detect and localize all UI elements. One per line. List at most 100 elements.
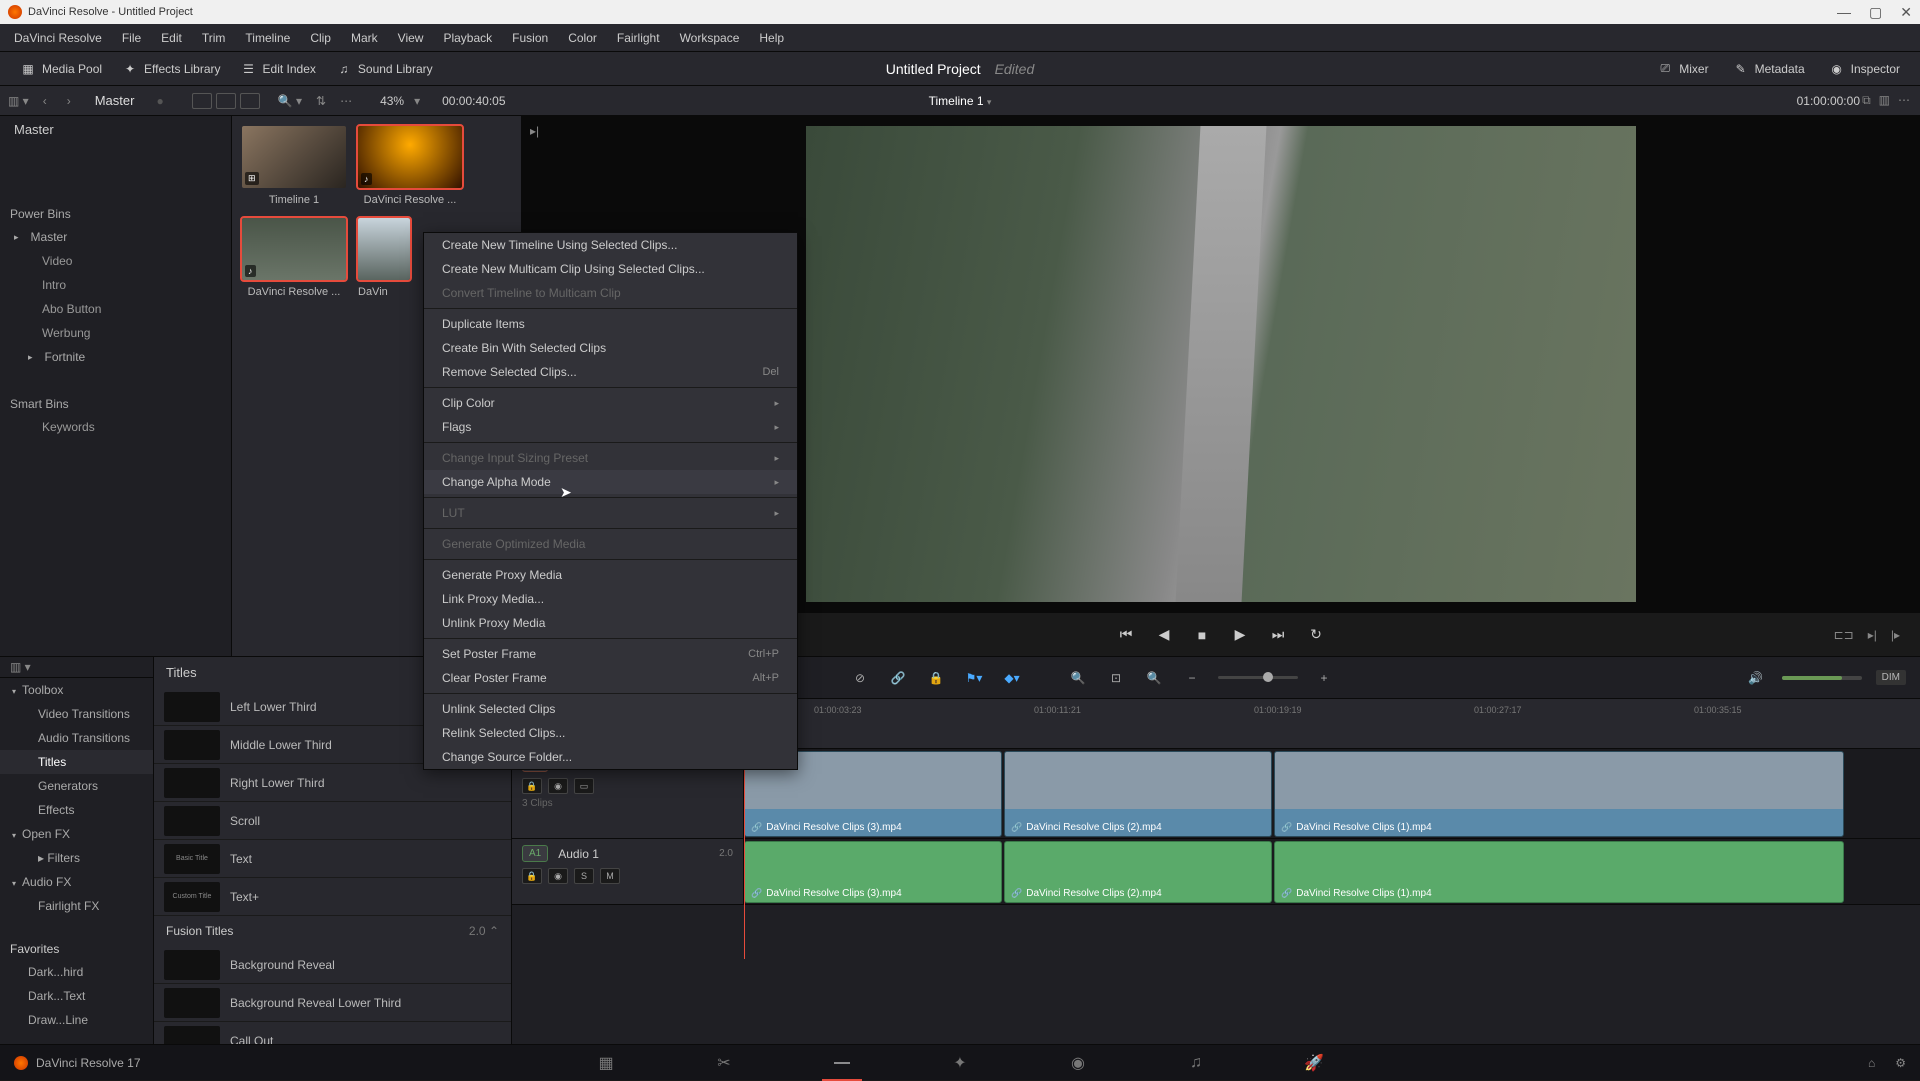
timeline-name[interactable]: Timeline 1 ▾ xyxy=(929,94,992,108)
bin-keywords[interactable]: Keywords xyxy=(0,415,231,439)
ctx-remove[interactable]: Remove Selected Clips...Del xyxy=(424,360,797,384)
fx-video-trans[interactable]: Video Transitions xyxy=(0,702,153,726)
go-end-icon[interactable]: ▸| xyxy=(1868,628,1877,642)
a-solo-icon[interactable]: S xyxy=(574,868,594,884)
flag-tool[interactable]: ⚑▾ xyxy=(962,666,986,690)
ctx-flags[interactable]: Flags▸ xyxy=(424,415,797,439)
fx-generators[interactable]: Generators xyxy=(0,774,153,798)
menu-davinci[interactable]: DaVinci Resolve xyxy=(4,31,112,45)
ctx-alpha[interactable]: Change Alpha Mode▸ xyxy=(424,470,797,494)
next-frame-button[interactable]: ⏭ xyxy=(1268,625,1288,645)
ctx-optimized[interactable]: Generate Optimized Media xyxy=(424,532,797,556)
fx-fairlight[interactable]: Fairlight FX xyxy=(0,894,153,918)
bin-werbung[interactable]: Werbung xyxy=(0,321,231,345)
fairlight-page-tab[interactable]: ♫ xyxy=(1182,1051,1210,1075)
nav-fwd-icon[interactable]: › xyxy=(61,94,77,108)
ctx-relink-clips[interactable]: Relink Selected Clips... xyxy=(424,721,797,745)
timeline-ruler[interactable]: 01:00:03:23 01:00:11:21 01:00:19:19 01:0… xyxy=(744,699,1920,748)
a-lock-icon[interactable]: 🔒 xyxy=(522,868,542,884)
menu-edit[interactable]: Edit xyxy=(151,31,192,45)
menu-timeline[interactable]: Timeline xyxy=(235,31,300,45)
aclip-1[interactable]: DaVinci Resolve Clips (3).mp4 xyxy=(744,841,1002,903)
ctx-lut[interactable]: LUT▸ xyxy=(424,501,797,525)
aclip-2[interactable]: DaVinci Resolve Clips (2).mp4 xyxy=(1004,841,1272,903)
color-page-tab[interactable]: ◉ xyxy=(1064,1051,1092,1075)
ctx-duplicate[interactable]: Duplicate Items xyxy=(424,312,797,336)
match-frame-icon[interactable]: ⊏⊐ xyxy=(1834,628,1854,642)
fav-2[interactable]: Dark...Text xyxy=(0,984,153,1008)
ctx-set-poster[interactable]: Set Poster FrameCtrl+P xyxy=(424,642,797,666)
viewer-split-icon[interactable]: ▥ xyxy=(1879,93,1890,108)
viewer-more-icon[interactable]: ⋯ xyxy=(1898,93,1910,108)
bin-master[interactable]: Master xyxy=(0,225,231,249)
ctx-proxy[interactable]: Generate Proxy Media xyxy=(424,563,797,587)
dim-button[interactable]: DIM xyxy=(1876,670,1906,685)
play-marker-icon[interactable]: ▸| xyxy=(530,124,539,138)
ctx-link-proxy[interactable]: Link Proxy Media... xyxy=(424,587,797,611)
menu-color[interactable]: Color xyxy=(558,31,607,45)
play-button[interactable]: ▶ xyxy=(1230,625,1250,645)
menu-playback[interactable]: Playback xyxy=(433,31,502,45)
zoom-level[interactable]: 43% xyxy=(380,94,404,108)
track-thumb-icon[interactable]: ▭ xyxy=(574,778,594,794)
prev-frame-button[interactable]: ◀ xyxy=(1154,625,1174,645)
fav-3[interactable]: Draw...Line xyxy=(0,1008,153,1032)
aclip-3[interactable]: DaVinci Resolve Clips (1).mp4 xyxy=(1274,841,1844,903)
a-enable-icon[interactable]: ◉ xyxy=(548,868,568,884)
a1-content[interactable]: DaVinci Resolve Clips (3).mp4 DaVinci Re… xyxy=(744,839,1920,904)
ctx-new-multicam[interactable]: Create New Multicam Clip Using Selected … xyxy=(424,257,797,281)
more-icon[interactable]: ⋯ xyxy=(340,94,352,108)
nav-back-icon[interactable]: ‹ xyxy=(37,94,53,108)
minimize-icon[interactable]: — xyxy=(1837,4,1851,21)
a1-badge[interactable]: A1 xyxy=(522,845,548,862)
maximize-icon[interactable]: ▢ xyxy=(1869,4,1882,21)
menu-clip[interactable]: Clip xyxy=(300,31,341,45)
clip-timeline1[interactable]: ⊞ Timeline 1 xyxy=(242,126,346,206)
marker-tool[interactable]: ◆▾ xyxy=(1000,666,1024,690)
viewer-link-icon[interactable]: ⧉ xyxy=(1862,93,1871,108)
edit-index-button[interactable]: ☰Edit Index xyxy=(231,57,326,81)
title-scroll[interactable]: Scroll xyxy=(154,802,511,840)
clip-dr2[interactable]: ♪ DaVinci Resolve ... xyxy=(242,218,346,298)
a-mute-icon[interactable]: M xyxy=(600,868,620,884)
view-list-icon[interactable] xyxy=(192,93,212,109)
link-tool[interactable]: 🔗 xyxy=(886,666,910,690)
zoom-icon[interactable]: 🔍 xyxy=(1142,666,1166,690)
settings-icon[interactable]: ⚙ xyxy=(1895,1056,1906,1070)
fx-openfx[interactable]: Open FX xyxy=(0,822,153,846)
title-text[interactable]: Basic TitleText xyxy=(154,840,511,878)
first-frame-button[interactable]: ⏮ xyxy=(1116,625,1136,645)
menu-mark[interactable]: Mark xyxy=(341,31,388,45)
lock-tool[interactable]: 🔒 xyxy=(924,666,948,690)
zoom-fit-icon[interactable]: ⊡ xyxy=(1104,666,1128,690)
ctx-change-source[interactable]: Change Source Folder... xyxy=(424,745,797,769)
ctx-new-timeline[interactable]: Create New Timeline Using Selected Clips… xyxy=(424,233,797,257)
cut-page-tab[interactable]: ✂ xyxy=(710,1051,738,1075)
ctx-unlink-proxy[interactable]: Unlink Proxy Media xyxy=(424,611,797,635)
close-icon[interactable]: ✕ xyxy=(1900,4,1912,21)
menu-trim[interactable]: Trim xyxy=(192,31,236,45)
menu-fairlight[interactable]: Fairlight xyxy=(607,31,670,45)
menu-workspace[interactable]: Workspace xyxy=(670,31,750,45)
vclip-2[interactable]: DaVinci Resolve Clips (2).mp4 xyxy=(1004,751,1272,837)
bin-fortnite[interactable]: Fortnite xyxy=(0,345,231,369)
zoom-out-icon[interactable]: − xyxy=(1180,666,1204,690)
v1-content[interactable]: DaVinci Resolve Clips (3).mp4 DaVinci Re… xyxy=(744,749,1920,838)
ctx-unlink-clips[interactable]: Unlink Selected Clips xyxy=(424,697,797,721)
fx-toolbox[interactable]: Toolbox xyxy=(0,678,153,702)
home-icon[interactable]: ⌂ xyxy=(1868,1056,1875,1070)
media-pool-button[interactable]: ▦Media Pool xyxy=(10,57,112,81)
deliver-page-tab[interactable]: 🚀 xyxy=(1300,1051,1328,1075)
fx-titles[interactable]: Titles xyxy=(0,750,153,774)
search-tl-icon[interactable]: 🔍 xyxy=(1066,666,1090,690)
clip-dr1[interactable]: ♪ DaVinci Resolve ... xyxy=(358,126,462,206)
menu-help[interactable]: Help xyxy=(749,31,794,45)
track-enable-icon[interactable]: ◉ xyxy=(548,778,568,794)
ctx-clip-color[interactable]: Clip Color▸ xyxy=(424,391,797,415)
loop-button[interactable]: ↻ xyxy=(1306,625,1326,645)
zoom-chevron-icon[interactable]: ▾ xyxy=(414,94,420,108)
search-icon[interactable]: 🔍 ▾ xyxy=(278,94,302,108)
volume-icon[interactable]: 🔊 xyxy=(1744,666,1768,690)
menu-view[interactable]: View xyxy=(388,31,434,45)
fav-1[interactable]: Dark...hird xyxy=(0,960,153,984)
